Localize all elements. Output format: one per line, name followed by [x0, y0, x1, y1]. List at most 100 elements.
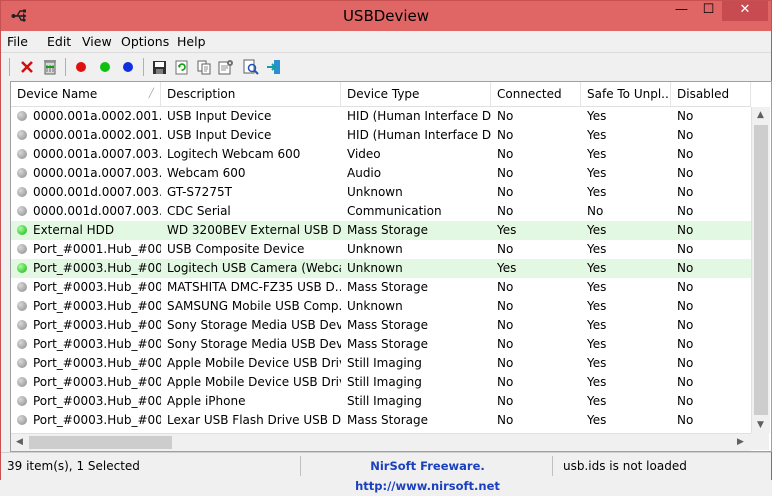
horizontal-scroll-thumb[interactable]: [29, 436, 172, 449]
cell-desc: Webcam 600: [167, 166, 246, 180]
disconnected-status-icon: [17, 206, 27, 216]
cell-device-name: Port_#0003.Hub_#0008: [11, 354, 161, 373]
table-row[interactable]: Port_#0001.Hub_#0003 USB Composite Device…: [11, 240, 751, 259]
menu-file[interactable]: File: [7, 34, 28, 49]
find-icon[interactable]: [241, 57, 261, 77]
table-row[interactable]: 0000.001a.0007.003.00... Webcam 600 Audio N…: [11, 164, 751, 183]
vertical-scrollbar[interactable]: ▲ ▼: [751, 107, 770, 433]
col-connected[interactable]: Connected: [491, 82, 581, 106]
cell-desc: Sony Storage Media USB Device: [167, 337, 341, 351]
device-name-text: Port_#0001.Hub_#0003: [33, 242, 161, 256]
col-description[interactable]: Description: [161, 82, 341, 106]
vertical-scroll-thumb[interactable]: [754, 125, 768, 415]
cell-disabled: No: [677, 280, 694, 294]
cell-safe: Yes: [587, 413, 607, 427]
table-row[interactable]: Port_#0003.Hub_#0008 Apple Mobile Device …: [11, 354, 751, 373]
cell-desc: Logitech USB Camera (Webca...: [167, 261, 341, 275]
table-row[interactable]: 0000.001a.0002.001.00... USB Input Device…: [11, 107, 751, 126]
cell-type: Mass Storage: [347, 337, 428, 351]
minimize-button[interactable]: —: [668, 1, 695, 21]
table-row[interactable]: Port_#0003.Hub_#0008 Sony Storage Media U…: [11, 316, 751, 335]
cell-disabled: No: [677, 128, 694, 142]
col-disabled[interactable]: Disabled: [671, 82, 751, 106]
cell-desc: WD 3200BEV External USB Dev...: [167, 223, 341, 237]
connect-green-icon[interactable]: [95, 57, 115, 77]
cell-desc: Apple Mobile Device USB Driver: [167, 356, 341, 370]
table-row[interactable]: Port_#0003.Hub_#0008 Apple iPhone Still Im…: [11, 392, 751, 411]
delete-icon[interactable]: [17, 57, 37, 77]
table-row[interactable]: Port_#0003.Hub_#0004 Logitech USB Camera …: [11, 259, 751, 278]
cell-connected: No: [497, 185, 514, 199]
table-row[interactable]: 0000.001d.0007.003.00... CDC Serial Commun…: [11, 202, 751, 221]
copy-icon[interactable]: [194, 57, 214, 77]
scroll-down-icon[interactable]: ▼: [757, 420, 764, 430]
cell-safe: Yes: [587, 166, 607, 180]
cell-disabled: No: [677, 109, 694, 123]
cell-connected: No: [497, 109, 514, 123]
cell-disabled: No: [677, 223, 694, 237]
cell-safe: Yes: [587, 318, 607, 332]
device-name-text: Port_#0003.Hub_#0008: [33, 413, 161, 427]
device-name-text: Port_#0003.Hub_#0004: [33, 261, 161, 275]
table-row[interactable]: Port_#0003.Hub_#0008 SAMSUNG Mobile USB C…: [11, 297, 751, 316]
disconnected-status-icon: [17, 320, 27, 330]
table-row[interactable]: 0000.001d.0007.003.00... GT-S7275T Unknown…: [11, 183, 751, 202]
cell-type: Mass Storage: [347, 318, 428, 332]
disconnected-status-icon: [17, 301, 27, 311]
cell-device-name: 0000.001a.0002.001.00...: [11, 126, 161, 145]
sort-icon: ╱: [148, 89, 154, 99]
table-row[interactable]: Port_#0003.Hub_#0008 MATSHITA DMC-FZ35 US…: [11, 278, 751, 297]
cell-desc: USB Input Device: [167, 109, 272, 123]
cell-desc: Apple iPhone: [167, 394, 246, 408]
scroll-up-icon[interactable]: ▲: [757, 110, 764, 120]
col-device-type[interactable]: Device Type: [341, 82, 491, 106]
device-rows: 0000.001a.0002.001.00... USB Input Device…: [11, 107, 751, 430]
save-icon[interactable]: [149, 57, 169, 77]
cell-disabled: No: [677, 242, 694, 256]
table-row[interactable]: Port_#0003.Hub_#0008 Sony Storage Media U…: [11, 335, 751, 354]
disconnected-status-icon: [17, 130, 27, 140]
cell-connected: No: [497, 299, 514, 313]
toolbar: [1, 52, 771, 81]
cell-connected: No: [497, 375, 514, 389]
menu-options[interactable]: Options: [121, 34, 169, 49]
table-row[interactable]: External HDD WD 3200BEV External USB Dev.…: [11, 221, 751, 240]
properties-icon[interactable]: [216, 57, 236, 77]
horizontal-scrollbar[interactable]: ◀ ▶: [11, 433, 751, 451]
menu-edit[interactable]: Edit: [47, 34, 71, 49]
menu-help[interactable]: Help: [177, 34, 206, 49]
refresh-icon[interactable]: [171, 57, 191, 77]
scroll-right-icon[interactable]: ▶: [737, 437, 744, 447]
disconnected-status-icon: [17, 149, 27, 159]
table-row[interactable]: Port_#0003.Hub_#0008 Apple Mobile Device …: [11, 373, 751, 392]
exit-icon[interactable]: [264, 57, 284, 77]
cell-connected: Yes: [497, 223, 517, 237]
maximize-button[interactable]: ☐: [695, 1, 722, 21]
blue-icon[interactable]: [118, 57, 138, 77]
close-button[interactable]: ✕: [722, 1, 768, 21]
cell-desc: USB Input Device: [167, 128, 272, 142]
col-device-name[interactable]: Device Name ╱: [11, 82, 161, 106]
device-name-text: External HDD: [33, 223, 115, 237]
table-row[interactable]: Port_#0003.Hub_#0008 Lexar USB Flash Driv…: [11, 411, 751, 430]
col-safe-to-unplug[interactable]: Safe To Unpl...: [581, 82, 671, 106]
disconnect-red-icon[interactable]: [71, 57, 91, 77]
table-row[interactable]: 0000.001a.0002.001.00... USB Input Device…: [11, 126, 751, 145]
cell-desc: CDC Serial: [167, 204, 231, 218]
cell-connected: No: [497, 356, 514, 370]
window-title: USBDeview: [342, 7, 430, 25]
uninstall-icon[interactable]: [40, 57, 60, 77]
title-bar[interactable]: USBDeview — ☐ ✕: [1, 1, 771, 31]
device-name-text: 0000.001a.0002.001.00...: [33, 109, 161, 123]
nirsoft-link[interactable]: NirSoft Freeware. http://www.nirsoft.net: [303, 456, 553, 493]
menu-view[interactable]: View: [82, 34, 112, 49]
toolbar-separator: [65, 58, 66, 76]
scroll-left-icon[interactable]: ◀: [16, 437, 23, 447]
cell-desc: USB Composite Device: [167, 242, 305, 256]
cell-safe: Yes: [587, 280, 607, 294]
device-list[interactable]: Device Name ╱ Description Device Type Con…: [10, 81, 772, 452]
toolbar-separator: [143, 58, 144, 76]
cell-safe: Yes: [587, 337, 607, 351]
table-row[interactable]: 0000.001a.0007.003.00... Logitech Webcam …: [11, 145, 751, 164]
cell-type: Audio: [347, 166, 382, 180]
